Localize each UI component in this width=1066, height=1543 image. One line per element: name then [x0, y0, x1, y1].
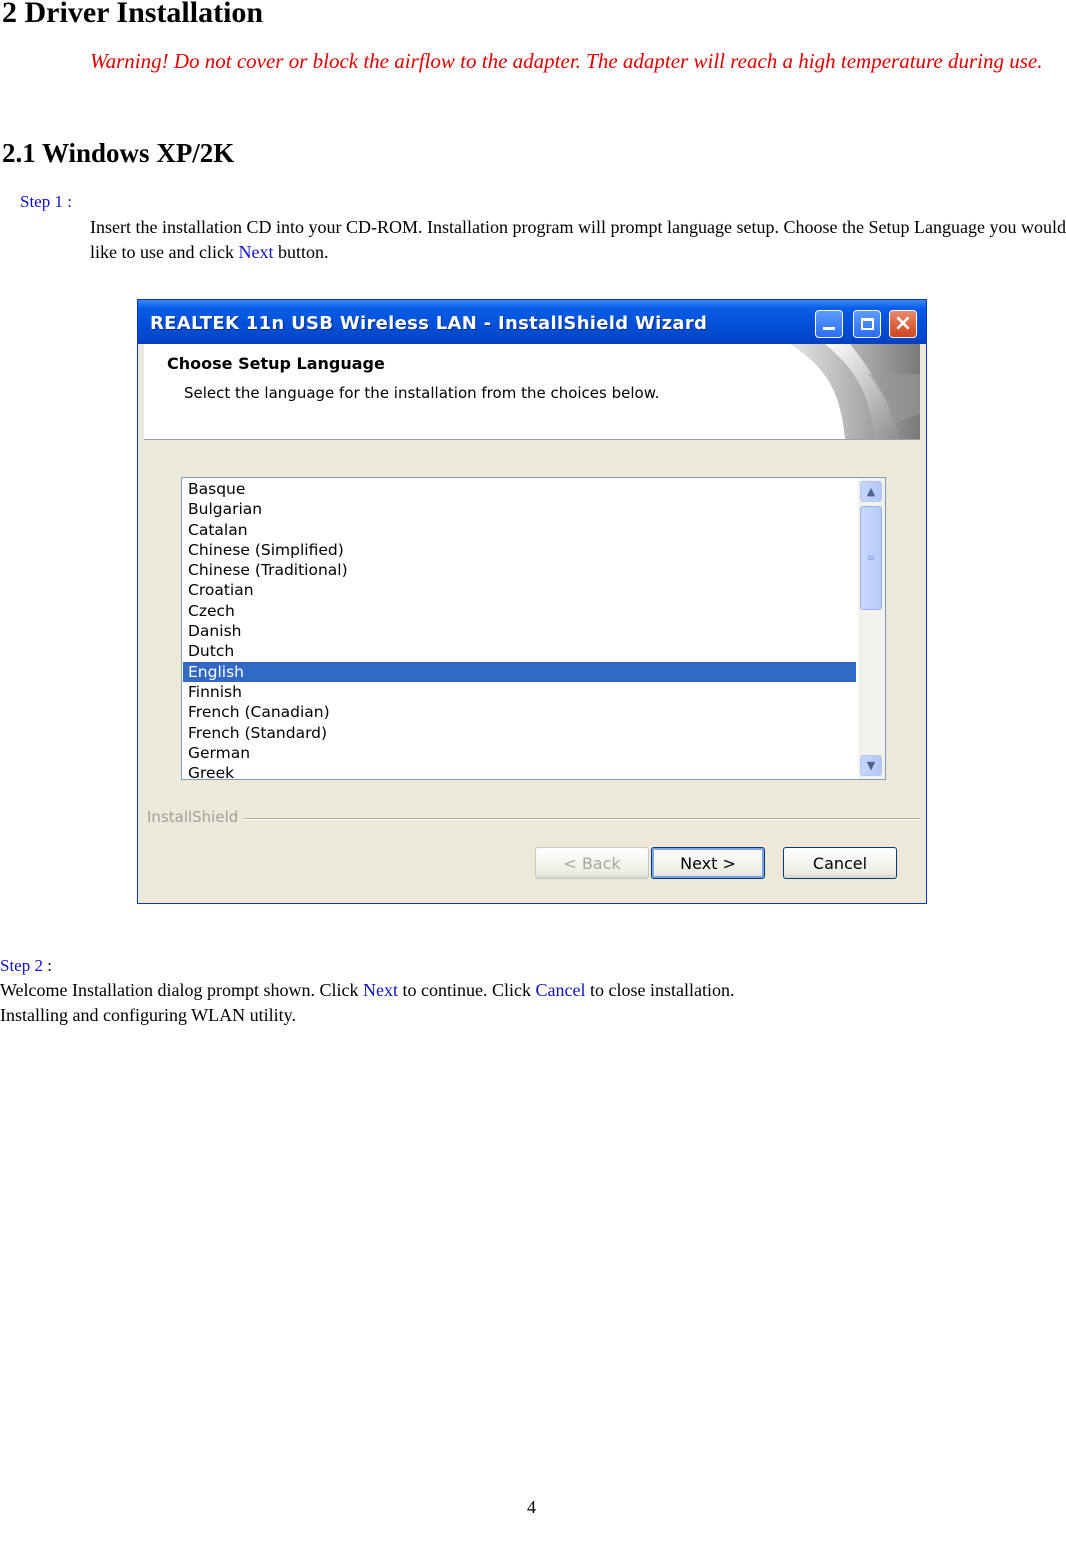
language-option[interactable]: Dutch: [183, 641, 856, 661]
language-option[interactable]: Bulgarian: [183, 499, 856, 519]
installshield-brand: InstallShield: [147, 808, 239, 826]
step1-text-a: Insert the installation CD into your CD-…: [90, 217, 1066, 262]
language-option[interactable]: Basque: [183, 479, 856, 499]
language-list[interactable]: Basque Bulgarian Catalan Chinese (Simplifie…: [183, 479, 856, 779]
step1-text-b: button.: [273, 242, 329, 262]
step2-cancel-ref: Cancel: [535, 980, 586, 1000]
title-bar[interactable]: REALTEK 11n USB Wireless LAN - InstallSh…: [138, 300, 926, 344]
step1-paragraph: Insert the installation CD into your CD-…: [90, 215, 1066, 265]
next-button[interactable]: Next >: [651, 847, 765, 879]
page-number: 4: [527, 1497, 536, 1517]
section-heading: 2 Driver Installation: [2, 0, 264, 29]
close-icon: ×: [893, 311, 913, 336]
scroll-up-icon: ▲: [866, 485, 876, 498]
language-listbox[interactable]: Basque Bulgarian Catalan Chinese (Simplifie…: [181, 477, 886, 780]
back-button[interactable]: < Back: [535, 847, 649, 879]
language-option[interactable]: French (Standard): [183, 723, 856, 743]
divider: [244, 818, 920, 820]
language-option[interactable]: English: [183, 661, 856, 682]
minimize-button[interactable]: [815, 310, 843, 338]
language-option[interactable]: German: [183, 743, 856, 763]
language-option[interactable]: Danish: [183, 621, 856, 641]
language-option[interactable]: French (Canadian): [183, 702, 856, 722]
step2-text-a: Welcome Installation dialog prompt shown…: [0, 980, 363, 1000]
scroll-thumb[interactable]: ≡: [860, 506, 882, 610]
grip-icon: ≡: [866, 552, 876, 564]
step2-next-ref: Next: [363, 980, 398, 1000]
minimize-icon: [823, 327, 835, 330]
warning-text: Warning! Do not cover or block the airfl…: [90, 49, 1043, 73]
step2-label-text: Step 2: [0, 956, 43, 975]
language-option[interactable]: Czech: [183, 601, 856, 621]
maximize-icon: [860, 318, 874, 330]
installshield-window: REALTEK 11n USB Wireless LAN - InstallSh…: [137, 299, 927, 904]
step2-label: Step 2 :: [0, 956, 52, 976]
step1-next-ref: Next: [238, 242, 274, 262]
subsection-heading: 2.1 Windows XP/2K: [2, 138, 235, 168]
cancel-button[interactable]: Cancel: [783, 847, 897, 879]
language-option[interactable]: Finnish: [183, 682, 856, 702]
header-subtitle: Select the language for the installation…: [184, 384, 660, 402]
wizard-header: Choose Setup Language Select the languag…: [144, 344, 920, 440]
scroll-down-button[interactable]: ▼: [860, 755, 882, 776]
language-option[interactable]: Greek: [183, 763, 856, 779]
language-option[interactable]: Chinese (Simplified): [183, 540, 856, 560]
window-title: REALTEK 11n USB Wireless LAN - InstallSh…: [150, 313, 708, 334]
language-option[interactable]: Chinese (Traditional): [183, 560, 856, 580]
language-option[interactable]: Catalan: [183, 520, 856, 540]
scroll-down-icon: ▼: [866, 759, 876, 772]
language-option[interactable]: Croatian: [183, 580, 856, 600]
page-curl-graphic: [790, 344, 920, 439]
scroll-up-button[interactable]: ▲: [860, 481, 882, 502]
maximize-button[interactable]: [853, 310, 881, 338]
header-title: Choose Setup Language: [167, 354, 385, 373]
vertical-scrollbar[interactable]: ▲ ≡ ▼: [858, 478, 885, 779]
step2-label-colon: :: [42, 956, 52, 975]
step1-label: Step 1 :: [20, 192, 72, 211]
step2-paragraph: Welcome Installation dialog prompt shown…: [0, 978, 740, 1028]
step2-text-b: to continue. Click: [398, 980, 536, 1000]
close-button[interactable]: ×: [889, 310, 917, 338]
